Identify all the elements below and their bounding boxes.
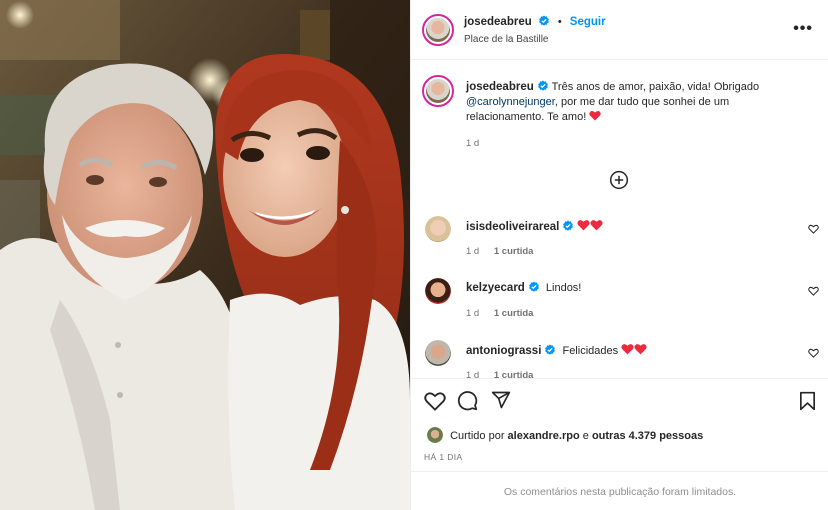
commenter-avatar[interactable] [425,278,451,304]
comment-text: Lindos! [545,282,582,294]
verified-badge-icon [528,281,539,292]
post-actions: Curtido por alexandre.rpo e outras 4.379… [411,378,828,510]
comment-likes-count[interactable]: 1 curtida [494,246,534,257]
caption-text: josedeabreu Três anos de amor, paixão, v… [466,80,806,125]
comments-limited-notice: Os comentários nesta publicação foram li… [411,471,828,510]
commenter-avatar[interactable] [425,340,451,366]
caption-body-start: Três anos de amor, paixão, vida! Obrigad… [551,81,760,93]
caption-username[interactable]: josedeabreu [466,81,534,93]
author-avatar[interactable] [422,14,454,46]
post-header: josedeabreu • Seguir Place de la Bastill… [411,0,828,60]
verified-badge-icon [545,344,556,355]
comment-time[interactable]: 1 d [466,246,479,257]
commenter-username[interactable]: isisdeoliveirareal [466,221,559,233]
liked-by-prefix: Curtido por [450,430,505,442]
commenter-avatar[interactable] [425,216,451,242]
comment-item: antoniograssi Felicidades 1 d 1 curtida [411,332,828,378]
heart-icon[interactable] [808,286,819,296]
post-sidebar: josedeabreu • Seguir Place de la Bastill… [410,0,828,510]
caption-time[interactable]: 1 d [466,138,479,149]
post-timestamp[interactable]: HÁ 1 DIA [424,452,463,462]
comment-item: kelzyecard Lindos! 1 d 1 curtida [411,270,828,332]
heart-icon[interactable] [808,224,819,234]
red-heart-emoji-icon [621,344,634,355]
comment-likes-count[interactable]: 1 curtida [494,370,534,378]
comment-icon[interactable] [457,390,478,411]
verified-badge-icon [538,15,549,26]
instagram-post-modal: josedeabreu • Seguir Place de la Bastill… [0,0,828,510]
likes-summary: Curtido por alexandre.rpo e outras 4.379… [427,427,703,443]
liker-avatar[interactable] [427,427,443,443]
liked-by-others[interactable]: outras 4.379 pessoas [592,430,703,442]
follow-button[interactable]: Seguir [570,16,606,28]
couple-selfie-image [0,0,410,510]
comment-text: Felicidades [562,345,619,357]
caption-mention-link[interactable]: @carolynnejunger [466,96,555,108]
comment-item: isisdeoliveirareal 1 d 1 curtida [411,208,828,270]
liked-by-user[interactable]: alexandre.rpo [508,430,580,442]
red-heart-emoji-icon [589,111,601,121]
header-separator: • [557,16,562,28]
comment-likes-count[interactable]: 1 curtida [494,308,534,319]
comments-list[interactable]: josedeabreu Três anos de amor, paixão, v… [411,60,828,378]
bookmark-icon[interactable] [799,391,816,411]
post-photo[interactable] [0,0,410,510]
comment-time[interactable]: 1 d [466,308,479,319]
red-heart-emoji-icon [577,220,590,231]
post-location[interactable]: Place de la Bastille [464,34,549,45]
heart-icon[interactable] [424,391,446,411]
author-username[interactable]: josedeabreu [464,16,532,28]
caption: josedeabreu Três anos de amor, paixão, v… [411,60,828,160]
red-heart-emoji-icon [634,344,647,355]
more-options-icon[interactable]: ••• [793,21,813,37]
liked-by-connector: e [582,430,589,442]
heart-icon[interactable] [808,348,819,358]
plus-circle-icon[interactable] [609,170,629,190]
commenter-username[interactable]: kelzyecard [466,282,525,294]
verified-badge-icon [537,80,548,91]
comment-time[interactable]: 1 d [466,370,479,378]
red-heart-emoji-icon [590,220,603,231]
caption-avatar[interactable] [422,75,454,107]
verified-badge-icon [563,220,574,231]
commenter-username[interactable]: antoniograssi [466,345,541,357]
share-icon[interactable] [491,390,511,410]
